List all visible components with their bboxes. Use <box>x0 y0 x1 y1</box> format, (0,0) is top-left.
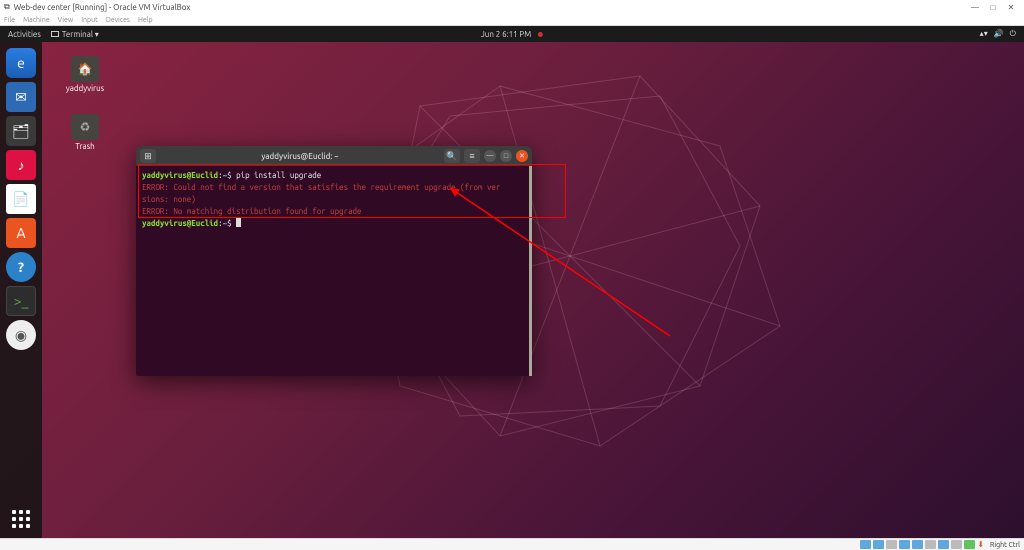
system-tray[interactable]: ▴▾ 🔊 ⏻ <box>980 29 1024 39</box>
writer-icon: 📄 <box>12 191 29 208</box>
terminal-maximize-button[interactable]: □ <box>500 150 512 162</box>
home-folder-icon: 🏠 <box>71 56 99 82</box>
vbox-menu-help[interactable]: Help <box>138 16 153 24</box>
help-icon: ? <box>18 259 24 275</box>
activities-button[interactable]: Activities <box>8 30 41 39</box>
terminal-search-button[interactable]: 🔍 <box>444 149 460 163</box>
terminal-error-line-3: ERROR: No matching distribution found fo… <box>142 206 526 218</box>
vbox-menu-input[interactable]: Input <box>81 16 98 24</box>
dock-rhythmbox[interactable]: ♪ <box>6 150 36 180</box>
terminal-new-tab-button[interactable]: ⊞ <box>140 149 156 163</box>
desktop-icon-trash[interactable]: ♻ Trash <box>55 114 115 151</box>
terminal-body[interactable]: yaddyvirus@Euclid:~$ pip install upgrade… <box>136 166 532 376</box>
desktop-icon-label: Trash <box>55 142 115 151</box>
clock[interactable]: Jun 2 6:11 PM <box>481 30 543 39</box>
dock-libreoffice-writer[interactable]: 📄 <box>6 184 36 214</box>
terminal-error-line-1: ERROR: Could not find a version that sat… <box>142 182 526 194</box>
vbox-menu-file[interactable]: File <box>4 16 15 24</box>
dock-help[interactable]: ? <box>6 252 36 282</box>
clock-label: Jun 2 6:11 PM <box>481 30 531 39</box>
vbox-host-key-label: Right Ctrl <box>990 541 1020 549</box>
dock-files[interactable]: 🗂 <box>6 116 36 146</box>
vbox-status-guest-additions-icon[interactable] <box>964 540 975 549</box>
trash-icon: ♻ <box>71 114 99 140</box>
terminal-minimize-button[interactable]: — <box>484 150 496 162</box>
terminal-line-prompt-2: yaddyvirus@Euclid:~$ <box>142 218 526 230</box>
app-menu-label: Terminal ▾ <box>62 30 99 39</box>
software-icon: A <box>16 225 25 241</box>
prompt-user: yaddyvirus@Euclid <box>142 171 218 180</box>
terminal-line-1: yaddyvirus@Euclid:~$ pip install upgrade <box>142 170 526 182</box>
virtualbox-titlebar: ⧉ Web-dev center [Running] - Oracle VM V… <box>0 0 1024 14</box>
power-icon: ⏻ <box>1010 29 1016 39</box>
vbox-close-button[interactable]: ✕ <box>1002 3 1020 12</box>
disc-icon: ◉ <box>15 327 27 344</box>
terminal-window[interactable]: ⊞ yaddyvirus@Euclid: ~ 🔍 ≡ — □ ✕ yaddyvi… <box>136 146 532 376</box>
vbox-menu-view[interactable]: View <box>58 16 74 24</box>
terminal-titlebar[interactable]: ⊞ yaddyvirus@Euclid: ~ 🔍 ≡ — □ ✕ <box>136 146 532 166</box>
files-icon: 🗂 <box>12 123 30 140</box>
vbox-status-recording-icon[interactable] <box>951 540 962 549</box>
virtualbox-title: Web-dev center [Running] - Oracle VM Vir… <box>14 3 966 12</box>
vbox-status-display-icon[interactable] <box>938 540 949 549</box>
vbox-status-hdd-icon[interactable] <box>860 540 871 549</box>
mail-icon: ✉ <box>15 89 27 106</box>
gnome-top-panel: Activities Terminal ▾ Jun 2 6:11 PM ▴▾ 🔊… <box>0 26 1024 42</box>
app-menu[interactable]: Terminal ▾ <box>51 30 99 39</box>
vbox-menu-machine[interactable]: Machine <box>23 16 50 24</box>
dock-disc[interactable]: ◉ <box>6 320 36 350</box>
vbox-minimize-button[interactable]: — <box>966 3 984 12</box>
vbox-status-network-icon[interactable] <box>899 540 910 549</box>
vbox-menu-devices[interactable]: Devices <box>106 16 130 24</box>
recording-indicator-icon <box>538 32 543 37</box>
dock-terminal[interactable]: >_ <box>6 286 36 316</box>
terminal-close-button[interactable]: ✕ <box>516 150 528 162</box>
vbox-status-audio-icon[interactable] <box>886 540 897 549</box>
desktop-icon-home[interactable]: 🏠 yaddyvirus <box>55 56 115 93</box>
terminal-title: yaddyvirus@Euclid: ~ <box>160 152 440 161</box>
terminal-icon: >_ <box>14 293 29 309</box>
network-icon: ▴▾ <box>980 29 988 39</box>
vbox-app-icon: ⧉ <box>4 2 10 12</box>
dock-thunderbird[interactable]: ✉ <box>6 82 36 112</box>
terminal-cursor <box>236 218 241 227</box>
guest-screen: Activities Terminal ▾ Jun 2 6:11 PM ▴▾ 🔊… <box>0 26 1024 538</box>
command-text: pip install upgrade <box>236 171 321 180</box>
dock-edge-browser[interactable]: e <box>6 48 36 78</box>
terminal-error-line-2: sions: none) <box>142 194 526 206</box>
terminal-menu-button[interactable]: ≡ <box>464 149 480 163</box>
show-applications-button[interactable] <box>12 510 30 528</box>
vbox-status-optical-icon[interactable] <box>873 540 884 549</box>
volume-icon: 🔊 <box>994 29 1004 39</box>
vbox-maximize-button[interactable]: □ <box>984 3 1002 12</box>
dock-ubuntu-software[interactable]: A <box>6 218 36 248</box>
vbox-host-key-icon: ⬇ <box>977 540 984 549</box>
vbox-status-shared-folders-icon[interactable] <box>925 540 936 549</box>
dock: e ✉ 🗂 ♪ 📄 A ? >_ ◉ <box>0 42 42 538</box>
music-icon: ♪ <box>18 157 25 173</box>
virtualbox-status-bar: ⬇ Right Ctrl <box>0 538 1024 550</box>
virtualbox-menubar: File Machine View Input Devices Help <box>0 14 1024 26</box>
virtualbox-host-window: ⧉ Web-dev center [Running] - Oracle VM V… <box>0 0 1024 550</box>
vbox-status-usb-icon[interactable] <box>912 540 923 549</box>
edge-icon: e <box>17 55 25 71</box>
terminal-panel-icon <box>51 31 59 37</box>
desktop-icon-label: yaddyvirus <box>55 84 115 93</box>
